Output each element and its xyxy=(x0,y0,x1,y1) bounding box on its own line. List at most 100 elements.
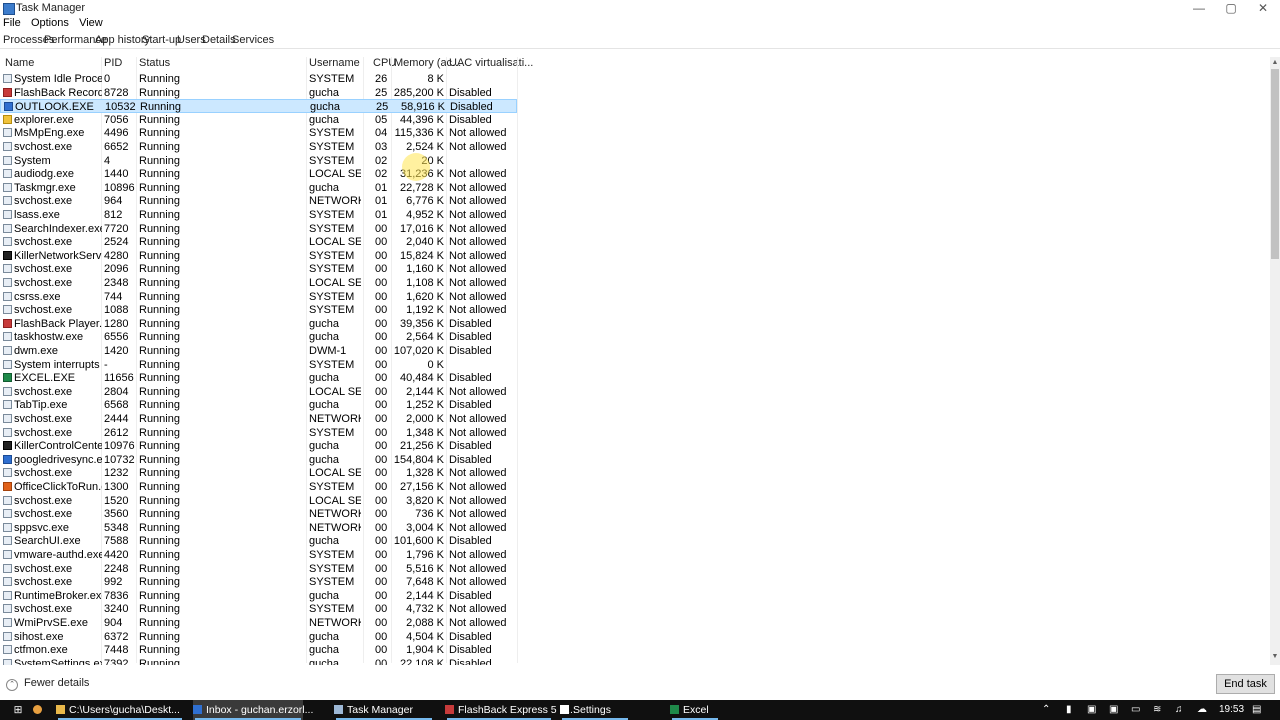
table-row[interactable]: svchost.exe 3560 Running NETWORK ... 00 736 K… xyxy=(0,507,517,521)
table-row[interactable]: dwm.exe 1420 Running DWM-1 00 107,020 K Disabl… xyxy=(0,344,517,358)
table-row[interactable]: System 4 Running SYSTEM 02 20 K xyxy=(0,154,517,168)
process-cpu: 00 xyxy=(375,644,388,657)
clock[interactable]: 19:53 xyxy=(1219,700,1244,720)
menu-options[interactable]: Options xyxy=(31,17,69,29)
column-header-uac[interactable]: UAC virtualisati... xyxy=(449,57,533,71)
table-row[interactable]: svchost.exe 2444 Running NETWORK ... 00 2,000… xyxy=(0,412,517,426)
process-status: Running xyxy=(139,467,180,480)
volume-icon[interactable]: ♫ xyxy=(1175,700,1183,720)
notifications-icon[interactable]: ▤ xyxy=(1252,700,1261,720)
menu-file[interactable]: File xyxy=(3,17,21,29)
table-row[interactable]: KillerNetworkService....4280 Running SYSTE… xyxy=(0,249,517,263)
table-row[interactable]: FlashBack Recorder.exe8728 Running gucha 25… xyxy=(0,86,517,100)
tray-app-icon[interactable]: ▣ xyxy=(1087,700,1096,720)
table-row[interactable]: RuntimeBroker.exe 7836 Running gucha 00 2,144… xyxy=(0,589,517,603)
table-row[interactable]: svchost.exe 1520 Running LOCAL SER... 00 3,82… xyxy=(0,494,517,508)
tray-expand-icon[interactable]: ⌃ xyxy=(1042,700,1050,720)
table-row[interactable]: vmware-authd.exe 4420 Running SYSTEM 00 1,796… xyxy=(0,548,517,562)
table-row[interactable]: EXCEL.EXE 11656 Running gucha 00 40,484 K Disa… xyxy=(0,371,517,385)
vertical-scrollbar[interactable]: ▲ ▼ xyxy=(1270,57,1280,665)
process-name: svchost.exe xyxy=(14,467,73,480)
tab-services[interactable]: Services xyxy=(232,34,274,46)
scrollbar-thumb[interactable] xyxy=(1271,69,1279,259)
taskbar-item[interactable]: C:\Users\gucha\Deskt... xyxy=(56,700,184,720)
end-task-button[interactable]: End task xyxy=(1216,674,1275,694)
table-row[interactable]: explorer.exe 7056 Running gucha 05 44,396 K Di… xyxy=(0,113,517,127)
table-row[interactable]: svchost.exe 2248 Running SYSTEM 00 5,516 K Not… xyxy=(0,562,517,576)
table-row[interactable]: SearchIndexer.exe 7720 Running SYSTEM 00 17,0… xyxy=(0,222,517,236)
table-row[interactable]: FlashBack Player.exe1280 Running gucha 00 39… xyxy=(0,317,517,331)
menu-view[interactable]: View xyxy=(79,17,103,29)
minimize-button[interactable]: — xyxy=(1182,0,1216,17)
table-row[interactable]: svchost.exe 992 Running SYSTEM 00 7,648 K Not … xyxy=(0,575,517,589)
table-row[interactable]: lsass.exe 812 Running SYSTEM 01 4,952 K Not al… xyxy=(0,208,517,222)
process-username: LOCAL SER... xyxy=(309,168,361,181)
column-divider[interactable] xyxy=(517,57,518,663)
table-row[interactable]: taskhostw.exe 6556 Running gucha 00 2,564 K Di… xyxy=(0,330,517,344)
column-header-name[interactable]: Name xyxy=(5,57,34,71)
process-username: gucha xyxy=(309,113,339,126)
usb-icon[interactable]: ▮ xyxy=(1066,700,1072,720)
scroll-up-arrow-icon[interactable]: ▲ xyxy=(1271,59,1279,69)
table-row[interactable]: svchost.exe 964 Running NETWORK ... 01 6,776 … xyxy=(0,194,517,208)
table-row[interactable]: svchost.exe 6652 Running SYSTEM 03 2,524 K Not… xyxy=(0,140,517,154)
process-name: svchost.exe xyxy=(14,141,73,153)
table-row[interactable]: svchost.exe 1088 Running SYSTEM 00 1,192 K Not… xyxy=(0,303,517,317)
fewer-details-button[interactable]: ⌃ Fewer details xyxy=(6,677,89,691)
taskbar-item[interactable]: FlashBack Express 5 R... xyxy=(445,700,576,720)
table-row[interactable]: System Idle Process0 Running SYSTEM 26 8 K xyxy=(0,72,517,86)
process-pid: 3560 xyxy=(104,508,129,521)
process-icon xyxy=(3,346,12,355)
table-row[interactable]: TabTip.exe 6568 Running gucha 00 1,252 K Disab… xyxy=(0,398,517,412)
column-header-pid[interactable]: PID xyxy=(104,57,122,71)
table-row[interactable]: Taskmgr.exe 10896 Running gucha 01 22,728 K No… xyxy=(0,181,517,195)
tray-app-icon[interactable]: ▣ xyxy=(1109,700,1118,720)
process-icon xyxy=(3,454,12,464)
column-header-cpu[interactable]: CPU xyxy=(373,57,396,71)
taskbar-item[interactable]: Settings xyxy=(560,700,630,720)
taskbar-item[interactable]: Task Manager xyxy=(334,700,434,720)
process-status: Running xyxy=(139,644,180,657)
table-row[interactable]: svchost.exe 2612 Running SYSTEM 00 1,348 K Not… xyxy=(0,426,517,440)
table-row[interactable]: csrss.exe 744 Running SYSTEM 00 1,620 K Not al… xyxy=(0,290,517,304)
table-row[interactable]: svchost.exe 1232 Running LOCAL SER... 00 1,32… xyxy=(0,466,517,480)
table-row[interactable]: WmiPrvSE.exe 904 Running NETWORK ... 00 2,088… xyxy=(0,616,517,630)
table-row[interactable]: SearchUI.exe 7588 Running gucha 00 101,600 K D… xyxy=(0,534,517,548)
close-button[interactable]: ✕ xyxy=(1246,0,1280,17)
table-row[interactable]: SystemSettings.exe 7392 Running gucha 00 22,1… xyxy=(0,657,517,665)
table-row[interactable]: MsMpEng.exe 4496 Running SYSTEM 04 115,336 K N… xyxy=(0,126,517,140)
process-icon xyxy=(3,618,12,627)
onedrive-icon[interactable]: ☁ xyxy=(1197,700,1207,720)
table-row[interactable]: svchost.exe 2524 Running LOCAL SER... 00 2,04… xyxy=(0,235,517,249)
wifi-icon[interactable]: ≋ xyxy=(1153,700,1161,720)
scroll-down-arrow-icon[interactable]: ▼ xyxy=(1271,653,1279,663)
table-row[interactable]: svchost.exe 2096 Running SYSTEM 00 1,160 K Not… xyxy=(0,262,517,276)
start-button[interactable]: ⊞ xyxy=(10,700,26,720)
taskbar-item[interactable]: Inbox - guchan.erzorl... xyxy=(193,700,313,720)
table-row[interactable]: svchost.exe 3240 Running SYSTEM 00 4,732 K Not… xyxy=(0,602,517,616)
table-row[interactable]: svchost.exe 2804 Running LOCAL SER... 00 2,14… xyxy=(0,385,517,399)
table-row[interactable]: ctfmon.exe 7448 Running gucha 00 1,904 K Disab… xyxy=(0,643,517,657)
process-username: SYSTEM xyxy=(309,576,355,589)
process-status: Running xyxy=(139,358,180,371)
table-row[interactable]: audiodg.exe1440RunningLOCAL SER...0231,2… xyxy=(0,167,517,181)
table-row[interactable]: KillerControlCenter.exe10976 Running gucha… xyxy=(0,439,517,453)
maximize-button[interactable]: ▢ xyxy=(1214,0,1248,17)
process-cpu: 00 xyxy=(375,413,388,425)
battery-icon[interactable]: ▭ xyxy=(1131,700,1140,720)
table-row[interactable]: googledrivesync.exe10732 Running gucha 00 15… xyxy=(0,453,517,467)
table-row[interactable]: OfficeClickToRun.exe1300 Running SYSTEM 00 2… xyxy=(0,480,517,494)
taskbar-item[interactable]: Excel xyxy=(670,700,720,720)
table-row[interactable]: svchost.exe 2348 Running LOCAL SER... 00 1,10… xyxy=(0,276,517,290)
table-row[interactable]: sihost.exe 6372 Running gucha 00 4,504 K Disab… xyxy=(0,630,517,644)
process-status: Running xyxy=(139,317,180,330)
table-row[interactable]: sppsvc.exe 5348 Running NETWORK ... 00 3,004 … xyxy=(0,521,517,535)
cortana-icon[interactable] xyxy=(33,700,47,720)
tab-details[interactable]: Details xyxy=(202,34,236,47)
tab-start-up[interactable]: Start-up xyxy=(142,34,181,46)
process-cpu: 00 xyxy=(375,657,388,665)
column-header-status[interactable]: Status xyxy=(139,57,170,71)
table-row[interactable]: System interrupts - Running SYSTEM 00 0 K xyxy=(0,358,517,372)
table-row[interactable]: OUTLOOK.EXE 10532 Running gucha 25 58,916 K Di… xyxy=(0,99,517,114)
column-header-username[interactable]: Username xyxy=(309,57,360,71)
